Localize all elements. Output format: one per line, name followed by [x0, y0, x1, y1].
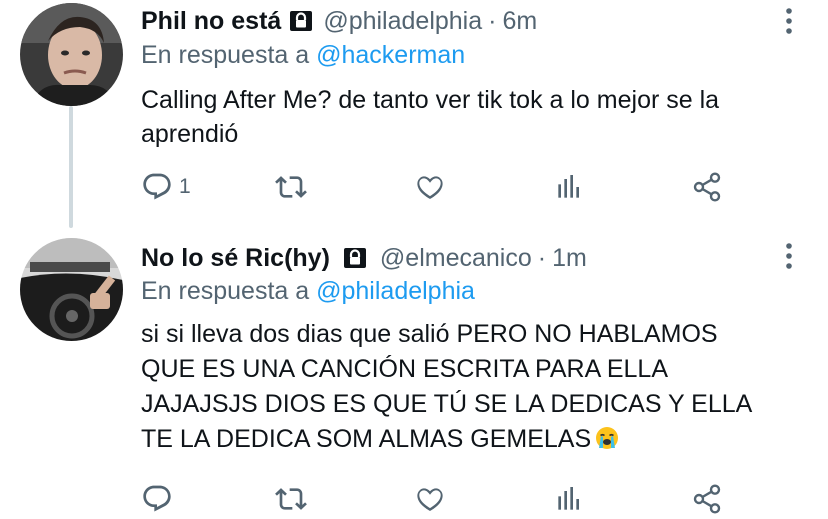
tweet-text: Calling After Me? de tanto ver tik tok a… [141, 83, 811, 151]
tweet-text-line: aprendió [141, 120, 239, 148]
timestamp[interactable]: 1m [552, 244, 587, 273]
reply-button[interactable]: 1 [141, 169, 191, 205]
analytics-button[interactable] [553, 481, 585, 517]
avatar[interactable] [20, 238, 123, 341]
more-options-icon[interactable] [786, 8, 792, 34]
reply-prefix: En respuesta a [141, 277, 310, 305]
tweet-text-line: si si lleva dos dias que salió PERO NO H… [141, 320, 718, 348]
lock-icon [288, 8, 314, 34]
display-name[interactable]: Phil no está [141, 7, 281, 36]
handle[interactable]: @philadelphia [323, 7, 482, 36]
heart-icon [417, 176, 443, 199]
stats-icon [558, 175, 579, 198]
reply-prefix: En respuesta a [141, 41, 310, 69]
share-icon [693, 484, 721, 514]
heart-icon [417, 488, 443, 511]
reply-mention-link[interactable]: @philadelphia [316, 277, 475, 305]
tweet-header: No lo sé Ric(hy) @elmecanico · 1m [141, 241, 587, 275]
tweet[interactable]: No lo sé Ric(hy) @elmecanico · 1m En res… [0, 228, 828, 519]
tweet-text-line: Calling After Me? de tanto ver tik tok a… [141, 86, 720, 114]
retweet-button[interactable] [275, 481, 307, 517]
reply-mention-link[interactable]: @hackerman [316, 41, 465, 69]
retweet-icon [275, 176, 307, 198]
reply-icon [143, 485, 171, 512]
like-button[interactable] [414, 481, 446, 517]
tweet[interactable]: Phil no está @philadelphia · 6m En respu… [0, 0, 828, 228]
timestamp[interactable]: 6m [502, 7, 537, 36]
reply-button[interactable] [141, 481, 179, 517]
reply-icon [143, 173, 171, 200]
share-icon [693, 172, 721, 202]
tweet-text-line-last: TE LA DEDICA SOM ALMAS GEMELAS [141, 422, 811, 457]
stats-icon [558, 487, 579, 510]
like-button[interactable] [414, 169, 446, 205]
reply-count: 1 [179, 175, 191, 198]
more-options-icon[interactable] [786, 243, 792, 269]
tweet-text-line: QUE ES UNA CANCIÓN ESCRITA PARA ELLA [141, 355, 669, 383]
reply-context: En respuesta a @hackerman [141, 41, 465, 70]
analytics-button[interactable] [553, 169, 585, 205]
thread-connector-line [69, 106, 73, 228]
share-button[interactable] [691, 481, 723, 517]
action-bar: 1 [141, 169, 741, 205]
action-bar [141, 481, 741, 517]
display-name[interactable]: No lo sé Ric(hy) [141, 244, 330, 273]
separator-dot: · [488, 6, 497, 35]
lock-icon [342, 245, 368, 271]
tweet-text-line: TE LA DEDICA SOM ALMAS GEMELAS [141, 425, 592, 453]
share-button[interactable] [691, 169, 723, 205]
reply-context: En respuesta a @philadelphia [141, 277, 475, 306]
tweet-text: si si lleva dos dias que salió PERO NO H… [141, 317, 811, 457]
separator-dot: · [537, 243, 547, 272]
avatar[interactable] [20, 3, 123, 106]
loudly-crying-face-emoji-icon [595, 425, 619, 449]
retweet-icon [275, 488, 307, 510]
tweet-text-line: JAJAJSJS DIOS ES QUE TÚ SE LA DEDICAS Y … [141, 390, 753, 418]
retweet-button[interactable] [275, 169, 307, 205]
tweet-header: Phil no está @philadelphia · 6m [141, 4, 537, 38]
handle[interactable]: @elmecanico [380, 244, 532, 273]
